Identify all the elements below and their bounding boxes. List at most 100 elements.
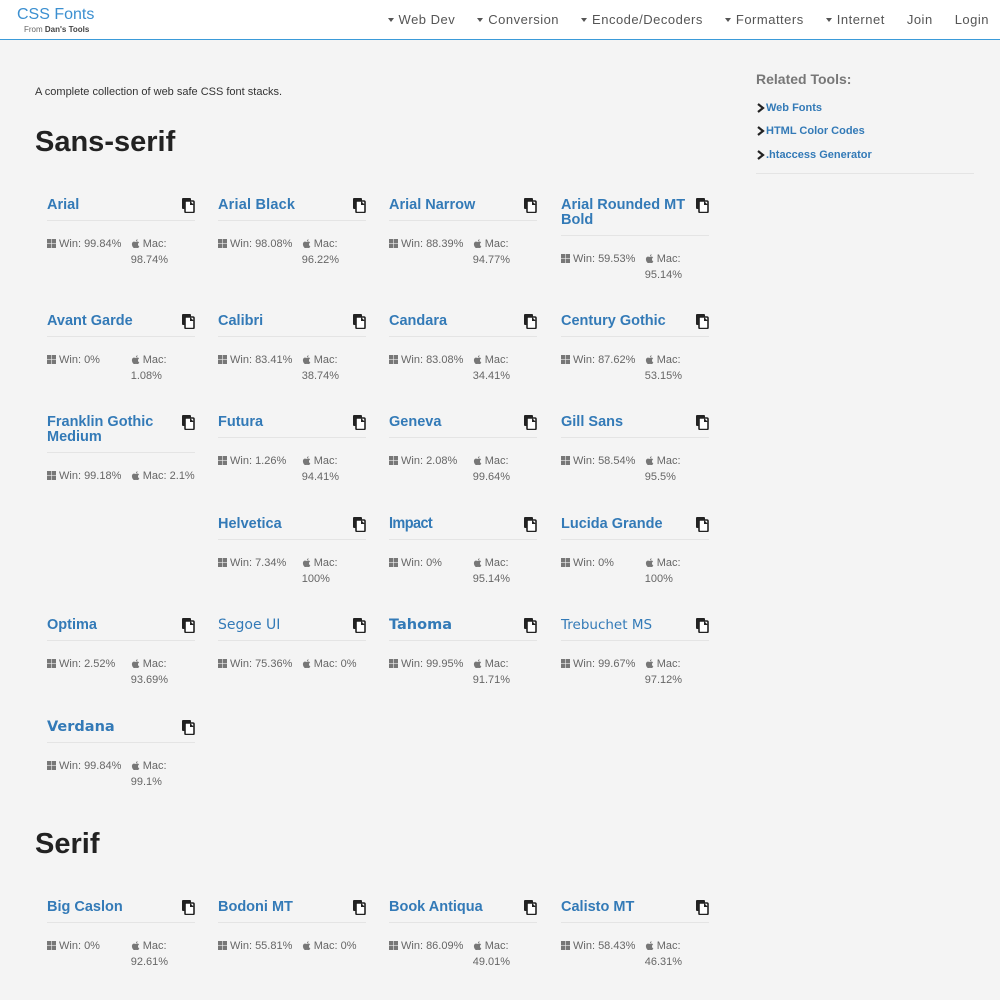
windows-icon bbox=[389, 939, 398, 950]
font-name-link[interactable]: Book Antiqua bbox=[389, 900, 519, 915]
font-support-stats: Win: 83.08% Mac: 34.41% bbox=[389, 352, 537, 384]
related-link-htaccess-generator[interactable]: .htaccess Generator bbox=[756, 143, 974, 167]
mac-label: Mac: bbox=[484, 238, 509, 250]
mac-support: Mac: 95.5% bbox=[645, 453, 709, 485]
nav-label: Formatters bbox=[735, 12, 804, 27]
font-name-link[interactable]: Calisto MT bbox=[561, 900, 691, 915]
copy-icon[interactable] bbox=[523, 618, 537, 634]
nav-item-login[interactable]: Login bbox=[955, 12, 989, 27]
copy-icon[interactable] bbox=[695, 198, 709, 214]
font-name-link[interactable]: Arial Black bbox=[218, 198, 348, 213]
font-name-link[interactable]: Avant Garde bbox=[47, 314, 177, 329]
copy-icon[interactable] bbox=[352, 900, 366, 916]
copy-icon[interactable] bbox=[695, 415, 709, 431]
brand-title[interactable]: CSS Fonts bbox=[17, 6, 94, 24]
font-support-stats: Win: 0% Mac: 100% bbox=[561, 555, 709, 587]
font-name-link[interactable]: Arial Rounded MT Bold bbox=[561, 198, 691, 228]
mac-label: Mac: bbox=[313, 455, 338, 467]
font-card-calisto-mt: Calisto MT Win: 58.43% Mac: 46.31% bbox=[561, 900, 709, 970]
copy-icon[interactable] bbox=[181, 720, 195, 736]
mac-support: Mac: 1.08% bbox=[131, 352, 195, 384]
nav-item-join[interactable]: Join bbox=[907, 12, 933, 27]
windows-icon bbox=[389, 237, 398, 248]
windows-icon bbox=[218, 237, 227, 248]
mac-label: Mac: bbox=[484, 557, 509, 569]
copy-icon[interactable] bbox=[352, 618, 366, 634]
nav-label: Internet bbox=[836, 12, 885, 27]
font-name-link[interactable]: Tahoma bbox=[389, 618, 519, 633]
apple-icon bbox=[131, 353, 140, 365]
font-name-link[interactable]: Trebuchet MS bbox=[561, 618, 691, 633]
font-name-link[interactable]: Franklin Gothic Medium bbox=[47, 415, 177, 445]
nav-item-formatters[interactable]: Formatters bbox=[724, 12, 804, 27]
copy-icon[interactable] bbox=[181, 618, 195, 634]
copy-icon[interactable] bbox=[695, 517, 709, 533]
nav-label: Join bbox=[906, 12, 933, 27]
font-name-link[interactable]: Impact bbox=[389, 516, 519, 533]
copy-icon[interactable] bbox=[523, 517, 537, 533]
font-card-header: Arial Narrow bbox=[389, 198, 537, 221]
windows-percent: 99.84% bbox=[84, 760, 122, 772]
apple-icon bbox=[302, 657, 311, 669]
mac-support: Mac: 53.15% bbox=[645, 352, 709, 384]
copy-icon[interactable] bbox=[695, 314, 709, 330]
font-name-link[interactable]: Bodoni MT bbox=[218, 900, 348, 915]
font-name-link[interactable]: Verdana bbox=[47, 720, 177, 735]
copy-icon[interactable] bbox=[523, 900, 537, 916]
font-card-header: Candara bbox=[389, 314, 537, 337]
nav-item-internet[interactable]: Internet bbox=[825, 12, 885, 27]
font-name-link[interactable]: Century Gothic bbox=[561, 314, 691, 329]
copy-icon[interactable] bbox=[181, 314, 195, 330]
windows-label: Win: bbox=[401, 940, 423, 952]
copy-icon[interactable] bbox=[181, 415, 195, 431]
windows-label: Win: bbox=[401, 354, 423, 366]
related-link-html-color-codes[interactable]: HTML Color Codes bbox=[756, 120, 974, 144]
mac-percent: 98.74% bbox=[130, 254, 169, 266]
font-name-link[interactable]: Arial Narrow bbox=[389, 198, 519, 213]
copy-icon[interactable] bbox=[181, 900, 195, 916]
font-name-link[interactable]: Geneva bbox=[389, 415, 519, 430]
copy-icon[interactable] bbox=[523, 314, 537, 330]
font-card-header: Optima bbox=[47, 618, 195, 641]
windows-percent: 86.09% bbox=[426, 940, 464, 952]
nav-item-conversion[interactable]: Conversion bbox=[477, 12, 559, 27]
windows-support: Win: 55.81% bbox=[218, 938, 302, 954]
nav-item-encode-decoders[interactable]: Encode/Decoders bbox=[581, 12, 703, 27]
font-name-link[interactable]: Segoe UI bbox=[218, 618, 348, 633]
copy-icon[interactable] bbox=[695, 900, 709, 916]
font-name-link[interactable]: Big Caslon bbox=[47, 900, 177, 915]
copy-icon[interactable] bbox=[352, 415, 366, 431]
font-name-link[interactable]: Optima bbox=[47, 618, 177, 633]
font-support-stats: Win: 83.41% Mac: 38.74% bbox=[218, 352, 366, 384]
caret-down-icon bbox=[825, 17, 832, 22]
copy-icon[interactable] bbox=[352, 314, 366, 330]
font-name-link[interactable]: Lucida Grande bbox=[561, 517, 691, 532]
windows-label: Win: bbox=[401, 238, 423, 250]
copy-icon[interactable] bbox=[181, 198, 195, 214]
font-name-link[interactable]: Calibri bbox=[218, 314, 348, 329]
apple-icon bbox=[302, 353, 311, 365]
windows-icon bbox=[561, 939, 570, 950]
copy-icon[interactable] bbox=[352, 198, 366, 214]
related-link-web-fonts[interactable]: Web Fonts bbox=[756, 96, 974, 120]
windows-percent: 0% bbox=[598, 557, 614, 569]
nav-item-web-dev[interactable]: Web Dev bbox=[387, 12, 456, 27]
windows-icon bbox=[218, 556, 227, 567]
windows-support: Win: 1.26% bbox=[218, 453, 302, 485]
mac-percent: 93.69% bbox=[130, 674, 169, 686]
font-name-link[interactable]: Arial bbox=[47, 198, 177, 213]
font-name-link[interactable]: Candara bbox=[389, 314, 519, 329]
brand[interactable]: CSS Fonts From Dan's Tools bbox=[17, 6, 94, 34]
copy-icon[interactable] bbox=[523, 198, 537, 214]
mac-support: Mac: 91.71% bbox=[473, 656, 537, 688]
copy-icon[interactable] bbox=[695, 618, 709, 634]
font-name-link[interactable]: Futura bbox=[218, 415, 348, 430]
font-name-link[interactable]: Helvetica bbox=[218, 517, 348, 532]
font-card-header: Arial bbox=[47, 198, 195, 221]
copy-icon[interactable] bbox=[523, 415, 537, 431]
windows-label: Win: bbox=[573, 455, 595, 467]
apple-icon bbox=[473, 237, 482, 249]
copy-icon[interactable] bbox=[352, 517, 366, 533]
font-name-link[interactable]: Gill Sans bbox=[561, 415, 691, 430]
sidebar-divider bbox=[756, 172, 974, 174]
